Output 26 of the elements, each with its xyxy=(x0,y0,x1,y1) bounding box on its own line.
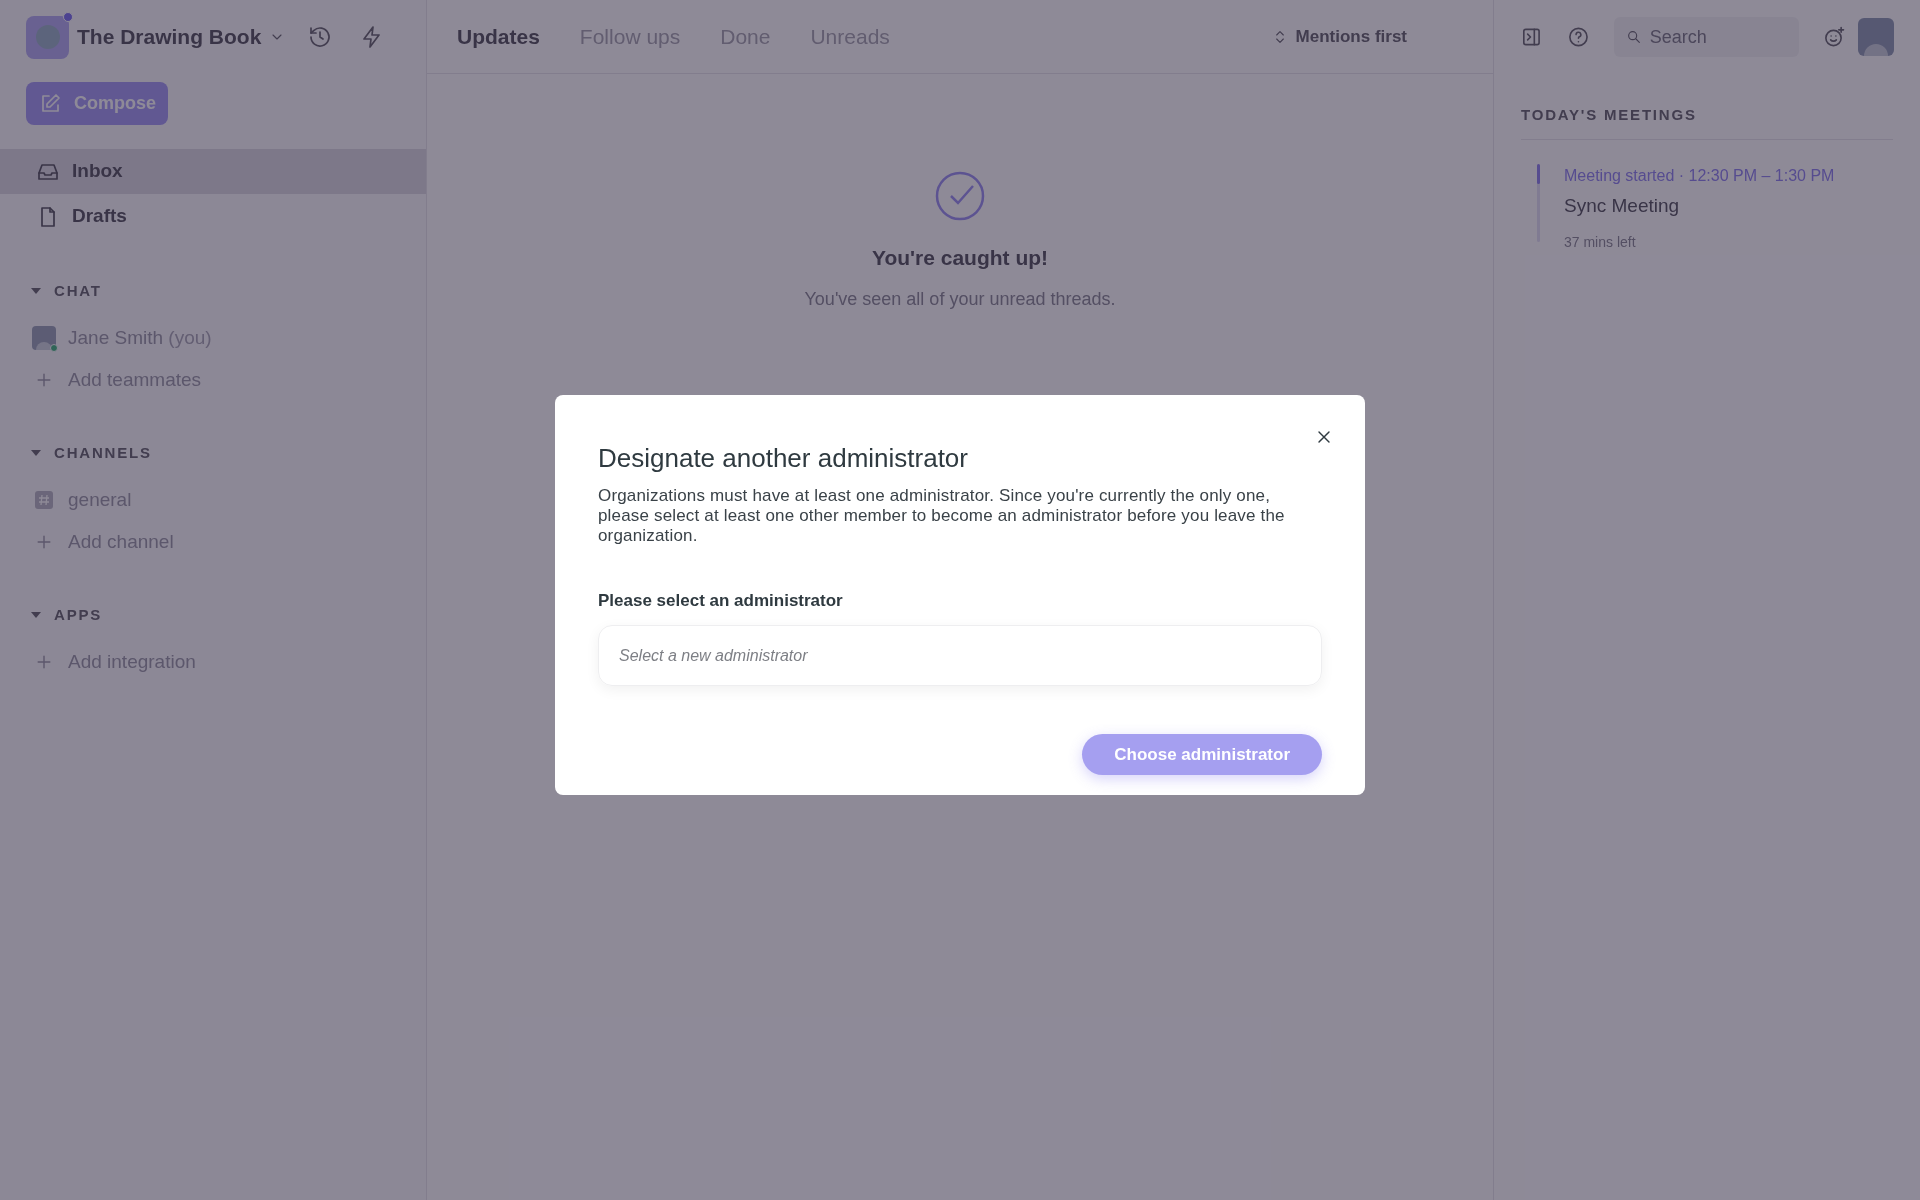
tab[interactable]: Updates xyxy=(457,20,540,53)
empty-state-title: You're caught up! xyxy=(871,245,1049,271)
workspace-logo[interactable] xyxy=(26,15,69,59)
help-icon xyxy=(1566,25,1590,49)
search-field[interactable]: Search xyxy=(1613,17,1799,57)
sort-button[interactable]: Mentions first xyxy=(1271,23,1407,50)
avatar-silhouette xyxy=(32,326,56,350)
history-icon xyxy=(308,25,332,49)
field-label: Please select an administrator xyxy=(598,589,844,612)
section-heading: CHANNELS xyxy=(54,442,152,463)
workspace-name[interactable]: The Drawing Book xyxy=(77,21,262,53)
meeting-name[interactable]: Sync Meeting xyxy=(1564,191,1835,220)
section-heading: CHAT xyxy=(54,280,102,301)
meeting-time: Meeting started · 12:30 PM – 1:30 PM xyxy=(1564,165,1835,186)
nav-item[interactable]: Inbox xyxy=(0,149,426,194)
panel-heading: TODAY'S MEETINGS xyxy=(1521,104,1893,140)
empty-state-text: You've seen all of your unread threads. xyxy=(804,287,1116,311)
smiley-plus-icon xyxy=(1822,25,1846,49)
administrator-select[interactable]: Select a new administrator xyxy=(598,625,1322,687)
user-avatar[interactable] xyxy=(1857,18,1894,56)
checkmark-circle-icon xyxy=(934,170,986,222)
meeting-remaining: 37 mins left xyxy=(1564,233,1637,252)
dialog-text: Organizations must have at least one administrator. Since you're currently the only one, please select at least one other member to become an administrator before you leave the organization. xyxy=(598,485,1286,546)
dialog-title: Designate another administrator xyxy=(598,441,969,475)
hash-icon xyxy=(32,488,56,512)
section-heading: APPS xyxy=(54,604,103,625)
